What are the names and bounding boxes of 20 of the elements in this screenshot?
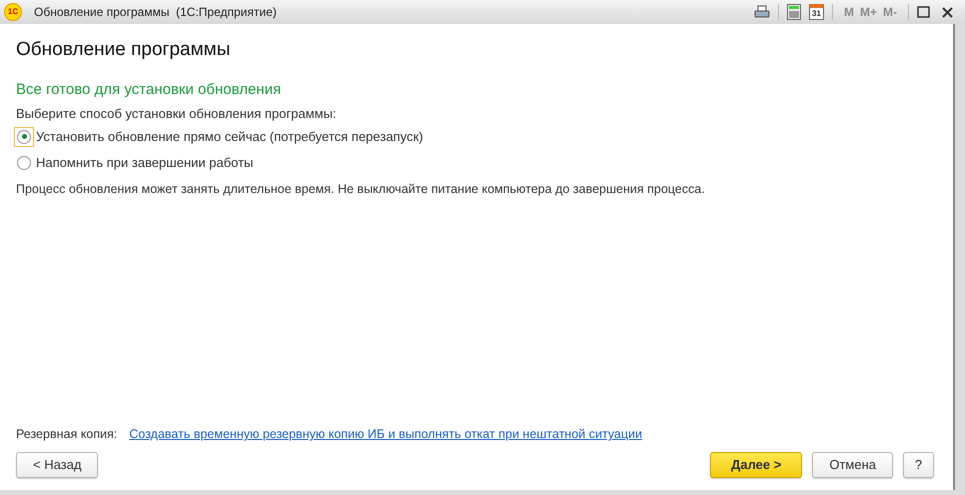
section-title: Все готово для установки обновления: [16, 80, 282, 100]
backup-label: Резервная копия:: [16, 426, 118, 444]
dialog-button[interactable]: Далее >: [710, 452, 802, 478]
app-logo: 1С: [4, 3, 22, 21]
radio-button[interactable]: [14, 126, 34, 146]
radio-label[interactable]: Напомнить при завершении работы: [36, 152, 254, 172]
calendar-icon[interactable]: 31: [808, 4, 824, 20]
dialog-button[interactable]: < Назад: [16, 452, 98, 478]
form-heading: Обновление программы: [16, 38, 232, 62]
radio-label[interactable]: Установить обновление прямо сейчас (потребуется перезапуск): [36, 126, 424, 146]
backup-link[interactable]: Создавать временную резервную копию ИБ и выполнять откат при нештатной ситуации: [129, 425, 642, 444]
close-icon[interactable]: [942, 6, 953, 18]
calculator-icon[interactable]: [786, 4, 801, 20]
warning-text: Процесс обновления может занять длительное время. Не выключайте питание компьютера до завершения процесса.: [16, 180, 706, 198]
help-button[interactable]: ?: [903, 452, 934, 478]
window-title: Обновление программы (1С:Предприятие): [34, 4, 277, 21]
printer-icon[interactable]: [754, 5, 770, 19]
prompt-text: Выберите способ установки обновления программы:: [16, 105, 338, 123]
dialog-button[interactable]: Отмена: [812, 452, 893, 478]
maximize-icon[interactable]: [917, 6, 930, 18]
